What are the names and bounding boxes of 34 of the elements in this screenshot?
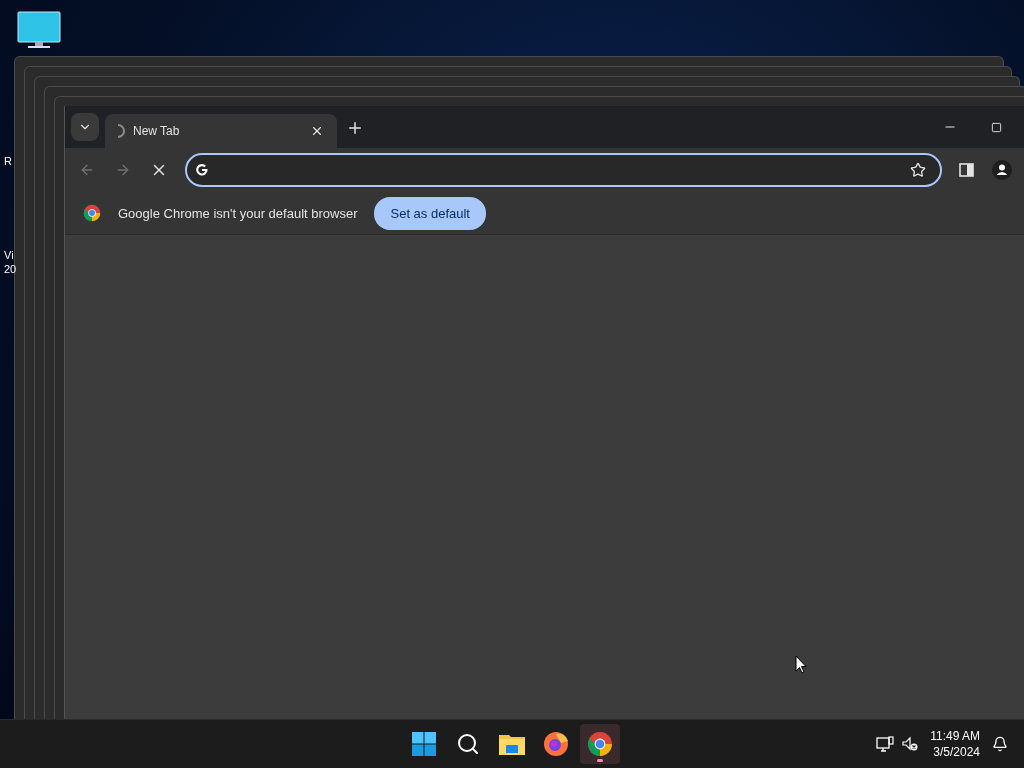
clock[interactable]: 11:49 AM 3/5/2024 — [930, 728, 980, 760]
back-arrow-icon — [79, 162, 95, 178]
chrome-logo-icon — [83, 204, 101, 222]
set-default-button[interactable]: Set as default — [374, 196, 486, 230]
desktop-icon-label: 20 — [4, 262, 17, 276]
chrome-logo-icon — [587, 731, 613, 757]
clock-date: 3/5/2024 — [933, 744, 980, 760]
side-panel-icon — [958, 163, 974, 177]
notification-bell-icon[interactable] — [992, 736, 1008, 752]
tab-title: New Tab — [133, 124, 181, 138]
search-icon — [456, 732, 480, 756]
firefox-icon — [543, 731, 569, 757]
clock-time: 11:49 AM — [930, 728, 980, 744]
address-bar[interactable] — [185, 153, 942, 187]
desktop-icon-label: Vi — [4, 248, 15, 262]
tab-search-button[interactable] — [71, 113, 99, 141]
forward-arrow-icon — [115, 162, 131, 178]
maximize-icon — [990, 121, 1002, 133]
network-icon[interactable] — [876, 735, 895, 753]
desktop-icon-label: R — [4, 154, 13, 168]
profile-button[interactable] — [990, 158, 1014, 182]
mouse-cursor-icon — [795, 655, 807, 674]
plus-icon — [346, 119, 364, 137]
browser-tab[interactable]: New Tab — [105, 114, 337, 148]
windows-logo-icon — [412, 732, 436, 756]
monitor-icon[interactable] — [17, 11, 61, 49]
volume-muted-icon[interactable] — [902, 736, 919, 752]
folder-icon — [499, 733, 525, 755]
chrome-taskbar-button[interactable] — [580, 724, 620, 764]
star-icon — [910, 162, 926, 178]
google-g-icon — [195, 163, 209, 177]
infobar-message: Google Chrome isn't your default browser — [118, 205, 358, 221]
person-icon — [992, 160, 1012, 180]
close-icon — [310, 124, 324, 138]
